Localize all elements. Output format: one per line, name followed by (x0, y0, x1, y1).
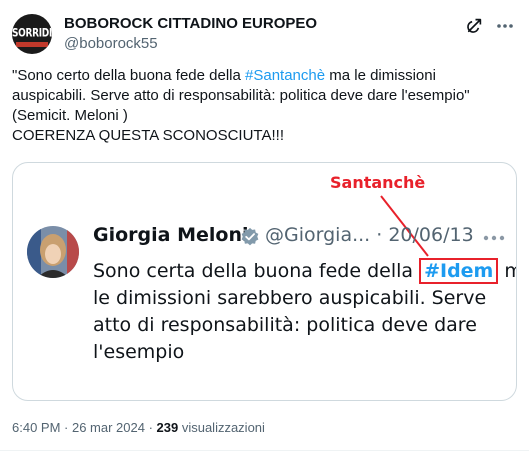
embedded-handle-date: @Giorgia... · 20/06/13 (265, 224, 474, 246)
avatar-logo-text: SORRIDI (12, 27, 52, 41)
tweet-line-1: "Sono certo della buona fede della #Sant… (12, 66, 517, 86)
embedded-line-4: l'esempio (93, 341, 185, 363)
more-options-icon (483, 235, 505, 241)
tweet-line-2: auspicabili. Serve atto di responsabilit… (12, 87, 470, 104)
embedded-text-part: Sono certa della buona fede della (93, 260, 420, 282)
embedded-image-card[interactable]: Santanchè Giorgia Meloni @Giorgia... · 2… (12, 162, 517, 401)
tweet-header: SORRIDI BOBOROCK CITTADINO EUROPEO @bobo… (12, 14, 517, 58)
author-display-name[interactable]: BOBOROCK CITTADINO EUROPEO (64, 14, 317, 34)
annotation-label: Santanchè (330, 173, 426, 192)
more-options-icon[interactable] (495, 17, 515, 35)
embedded-line-3: atto di responsabilità: politica deve da… (93, 314, 477, 336)
divider (0, 450, 529, 451)
embedded-tweet-text: Sono certa della buona fede della #Idem … (93, 258, 516, 366)
author-handle[interactable]: @boborock55 (64, 34, 317, 54)
embedded-text-part: ma (498, 260, 516, 282)
views-label: visualizzazioni (178, 420, 265, 435)
embedded-line-2: le dimissioni sarebbero auspicabili. Ser… (93, 287, 487, 309)
hashtag-link[interactable]: #Santanchè (245, 67, 325, 84)
views-count[interactable]: 239 (157, 420, 179, 435)
tweet-meta: 6:40 PM · 26 mar 2024 · 239 visualizzazi… (12, 420, 265, 435)
author-info: BOBOROCK CITTADINO EUROPEO @boborock55 (64, 14, 317, 54)
author-avatar[interactable]: SORRIDI (12, 14, 52, 54)
embedded-line-1: Sono certa della buona fede della #Idem … (93, 258, 516, 285)
tweet-text: "Sono certo della buona fede della #Sant… (12, 66, 517, 146)
embedded-author-name: Giorgia Meloni (93, 224, 249, 246)
grok-icon[interactable] (465, 17, 483, 35)
tweet-timestamp[interactable]: 6:40 PM · 26 mar 2024 · (12, 420, 157, 435)
tweet-line-4: COERENZA QUESTA SCONOSCIUTA!!! (12, 127, 284, 144)
verified-badge-icon (241, 227, 259, 246)
tweet-text-part: ma le dimissioni (325, 67, 436, 84)
embedded-hashtag: #Idem (419, 258, 499, 284)
avatar-stripe (16, 42, 48, 47)
tweet-text-part: "Sono certo della buona fede della (12, 67, 245, 84)
embedded-author-avatar (27, 226, 79, 278)
tweet-line-3: (Semicit. Meloni ) (12, 107, 128, 124)
